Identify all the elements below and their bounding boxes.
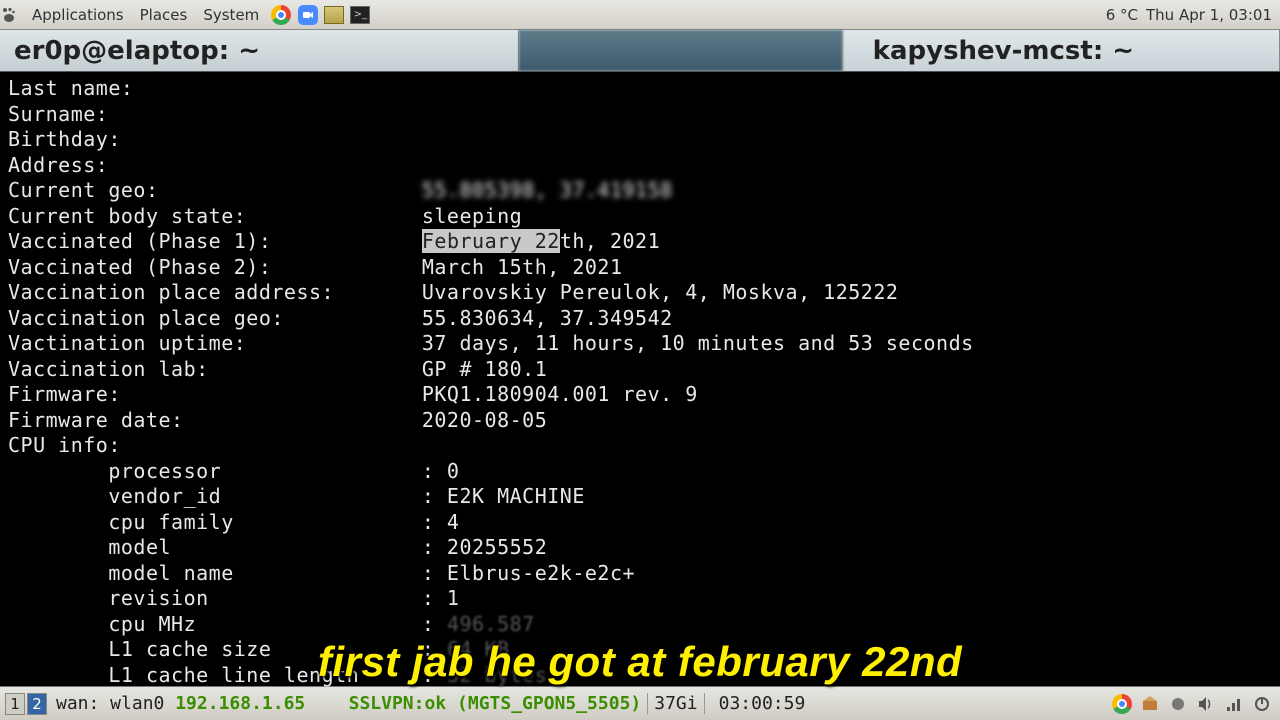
- cpu-info-line: model : 20255552: [8, 535, 1272, 561]
- terminal-output[interactable]: Last name: Surname: Birthday: Address: C…: [0, 72, 1280, 686]
- files-icon[interactable]: [324, 6, 344, 24]
- zoom-icon[interactable]: [298, 5, 318, 25]
- terminal-launcher-icon[interactable]: >_: [350, 6, 370, 24]
- top-panel: Applications Places System >_ 6 °C Thu A…: [0, 0, 1280, 30]
- volume-icon[interactable]: [1195, 693, 1217, 715]
- network-tray-icon[interactable]: [1223, 693, 1245, 715]
- clock-text: Thu Apr 1, 03:01: [1146, 6, 1272, 24]
- terminal-line: Address:: [8, 153, 1272, 179]
- terminal-tab-middle[interactable]: [519, 30, 842, 71]
- bottom-panel: 1 2 wan: wlan0 192.168.1.65 SSLVPN:ok (M…: [0, 686, 1280, 720]
- updates-icon[interactable]: [1139, 693, 1161, 715]
- terminal-line: Firmware: PKQ1.180904.001 rev. 9: [8, 382, 1272, 408]
- terminal-line: Vaccinated (Phase 2): March 15th, 2021: [8, 255, 1272, 281]
- terminal-line: Vaccination place geo: 55.830634, 37.349…: [8, 306, 1272, 332]
- tray-generic-icon[interactable]: [1167, 693, 1189, 715]
- chrome-icon[interactable]: [270, 4, 292, 26]
- chrome-tray-icon[interactable]: [1111, 693, 1133, 715]
- weather-text: 6 °C: [1106, 6, 1138, 24]
- terminal-line: Vactination uptime: 37 days, 11 hours, 1…: [8, 331, 1272, 357]
- menu-system[interactable]: System: [195, 6, 267, 24]
- terminal-line: Current body state: sleeping: [8, 204, 1272, 230]
- workspace-2[interactable]: 2: [27, 693, 47, 715]
- terminal-line: Vaccination place address: Uvarovskiy Pe…: [8, 280, 1272, 306]
- cpu-info-line: revision : 1: [8, 586, 1272, 612]
- terminal-line: Current geo: 55.805398, 37.419158: [8, 178, 1272, 204]
- cpu-info-line: cpu MHz : 496.587: [8, 612, 1272, 638]
- bottom-clock: 03:00:59: [713, 693, 812, 714]
- terminal-line: Vaccinated (Phase 1): February 22th, 202…: [8, 229, 1272, 255]
- video-subtitle: first jab he got at february 22nd: [318, 649, 962, 675]
- network-status: wan: wlan0 192.168.1.65 SSLVPN:ok (MGTS_…: [56, 693, 641, 714]
- cpu-info-line: model name : Elbrus-e2k-e2c+: [8, 561, 1272, 587]
- window-titlebar: er0p@elaptop: ~ kapyshev-mcst: ~: [0, 30, 1280, 72]
- terminal-line: Vaccination lab: GP # 180.1: [8, 357, 1272, 383]
- cpu-info-line: cpu family : 4: [8, 510, 1272, 536]
- memory-indicator: 37Gi: [647, 693, 704, 714]
- power-icon[interactable]: [1251, 693, 1273, 715]
- workspace-1[interactable]: 1: [5, 693, 25, 715]
- terminal-line: CPU info:: [8, 433, 1272, 459]
- menu-places[interactable]: Places: [132, 6, 196, 24]
- terminal-tab-right[interactable]: kapyshev-mcst: ~: [843, 30, 1280, 71]
- terminal-line: Firmware date: 2020-08-05: [8, 408, 1272, 434]
- cpu-info-line: vendor_id : E2K MACHINE: [8, 484, 1272, 510]
- terminal-tab-left[interactable]: er0p@elaptop: ~: [0, 30, 519, 71]
- gnome-foot-icon: [0, 6, 18, 24]
- terminal-line: Last name:: [8, 76, 1272, 102]
- terminal-line: Birthday:: [8, 127, 1272, 153]
- menu-applications[interactable]: Applications: [24, 6, 132, 24]
- cpu-info-line: processor : 0: [8, 459, 1272, 485]
- terminal-line: Surname:: [8, 102, 1272, 128]
